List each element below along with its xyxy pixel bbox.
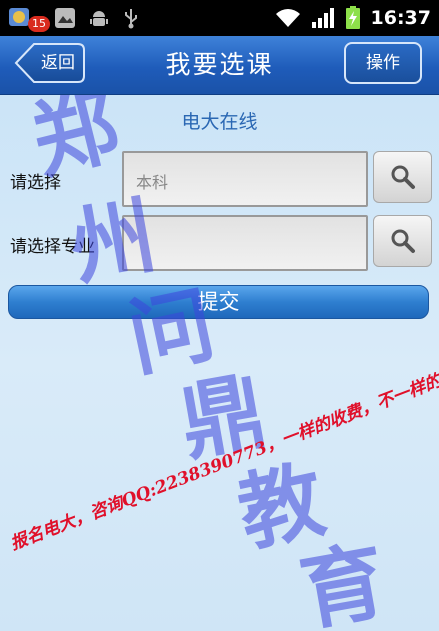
gallery-icon xyxy=(55,8,75,28)
level-label: 请选择 xyxy=(10,173,61,193)
level-input[interactable]: 本科 xyxy=(122,151,368,207)
watermark-char: 问 xyxy=(119,274,223,389)
section-subtitle: 电大在线 xyxy=(181,111,258,133)
level-search-button[interactable] xyxy=(373,151,432,203)
wifi-icon xyxy=(275,9,300,27)
battery-charging-icon xyxy=(345,6,360,29)
submit-button[interactable]: 提交 xyxy=(8,285,429,319)
action-button[interactable]: 操作 xyxy=(344,42,422,84)
major-label: 请选择专业 xyxy=(10,237,95,257)
signal-icon xyxy=(311,8,334,28)
major-search-button[interactable] xyxy=(373,215,432,267)
usb-icon xyxy=(125,9,137,29)
major-input[interactable] xyxy=(122,215,368,271)
main-content: 电大在线 请选择 本科 请选择专业 提交 郑 州 问 鼎 教 育 报名电大，咨询… xyxy=(0,95,439,631)
watermark-char: 育 xyxy=(293,530,394,631)
status-clock: 16:37 xyxy=(370,7,431,29)
notification-count-badge: 15 xyxy=(28,16,50,32)
search-icon xyxy=(391,229,415,253)
watermark-slogan: 报名电大，咨询QQ:2238390773，一样的收费，不一样的服务！ xyxy=(7,352,439,555)
title-bar: 返回 我要选课 操作 xyxy=(0,36,439,95)
status-bar: 15 16:37 xyxy=(0,0,439,36)
android-debug-icon xyxy=(90,11,108,26)
search-icon xyxy=(391,165,415,189)
